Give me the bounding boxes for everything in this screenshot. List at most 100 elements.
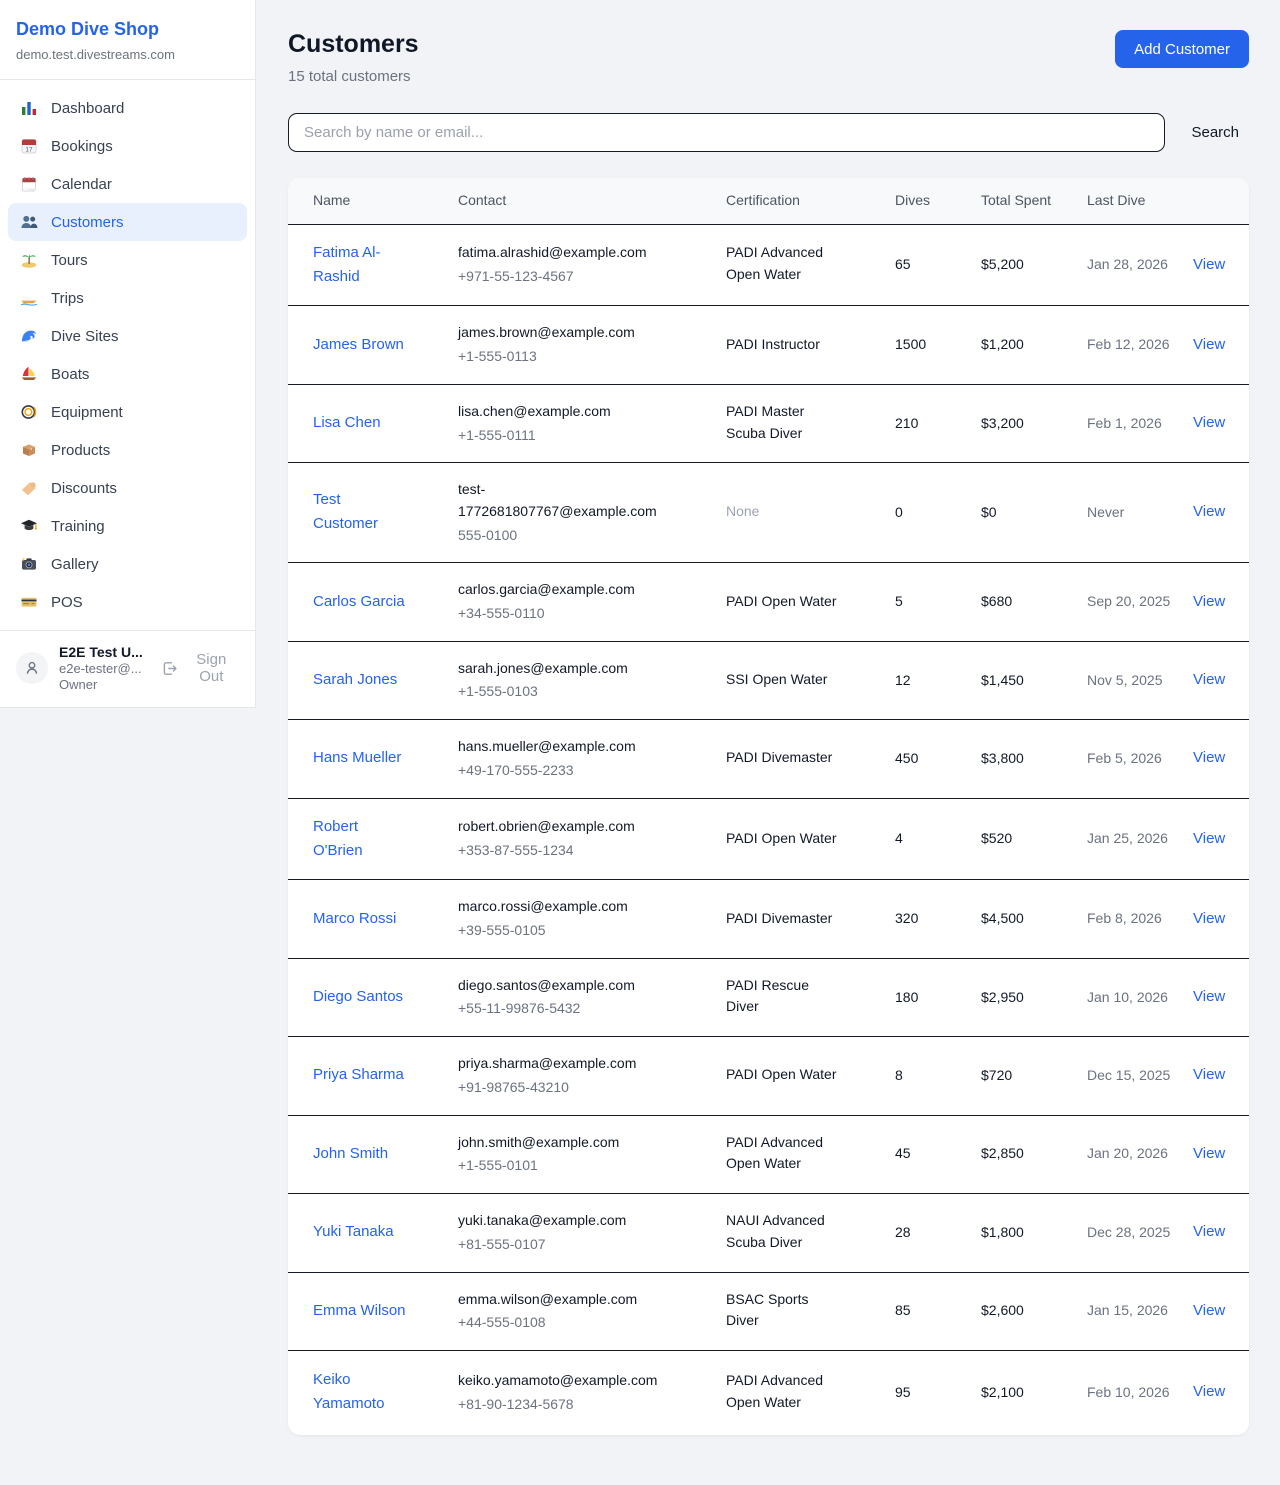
customer-dives: 180 — [895, 958, 981, 1036]
customer-phone: +44-555-0108 — [458, 1312, 716, 1334]
view-link[interactable]: View — [1193, 256, 1225, 273]
customer-certification: PADI Advanced Open Water — [726, 242, 838, 285]
view-link[interactable]: View — [1193, 1223, 1225, 1240]
table-row: John Smith john.smith@example.com +1-555… — [288, 1115, 1249, 1193]
view-link[interactable]: View — [1193, 988, 1225, 1005]
customer-name-link[interactable]: Priya Sharma — [313, 1063, 404, 1087]
add-customer-button[interactable]: Add Customer — [1115, 30, 1249, 68]
customer-name-link[interactable]: Sarah Jones — [313, 668, 397, 692]
table-header-row: Name Contact Certification Dives Total S… — [288, 178, 1249, 224]
view-link[interactable]: View — [1193, 593, 1225, 610]
view-link[interactable]: View — [1193, 1383, 1225, 1400]
sidebar-item-boats[interactable]: Boats — [8, 355, 247, 393]
customer-name-link[interactable]: Robert O'Brien — [313, 815, 407, 863]
customer-last-dive: Never — [1087, 463, 1193, 563]
customer-name-link[interactable]: Hans Mueller — [313, 746, 401, 770]
column-header-total-spent: Total Spent — [981, 178, 1087, 224]
sidebar-item-trips[interactable]: Trips — [8, 279, 247, 317]
table-row: Carlos Garcia carlos.garcia@example.com … — [288, 563, 1249, 641]
shop-header: Demo Dive Shop demo.test.divestreams.com — [0, 0, 255, 80]
customer-name-link[interactable]: Emma Wilson — [313, 1299, 406, 1323]
sidebar-item-calendar[interactable]: Calendar — [8, 165, 247, 203]
customer-last-dive: Jan 25, 2026 — [1087, 798, 1193, 880]
table-row: Emma Wilson emma.wilson@example.com +44-… — [288, 1272, 1249, 1350]
customer-last-dive: Jan 20, 2026 — [1087, 1115, 1193, 1193]
customer-dives: 8 — [895, 1037, 981, 1115]
sidebar-item-gallery[interactable]: Gallery — [8, 545, 247, 583]
customer-certification: PADI Divemaster — [726, 908, 832, 930]
customer-name-link[interactable]: John Smith — [313, 1142, 388, 1166]
customer-name-link[interactable]: Yuki Tanaka — [313, 1220, 394, 1244]
sidebar-item-training[interactable]: Training — [8, 507, 247, 545]
view-link[interactable]: View — [1193, 414, 1225, 431]
view-link[interactable]: View — [1193, 503, 1225, 520]
customer-dives: 450 — [895, 720, 981, 798]
customer-certification: BSAC Sports Diver — [726, 1289, 838, 1332]
customer-email: carlos.garcia@example.com — [458, 579, 680, 601]
customer-email: priya.sharma@example.com — [458, 1053, 680, 1075]
view-link[interactable]: View — [1193, 1066, 1225, 1083]
sign-out-button[interactable]: Sign Out — [161, 651, 239, 685]
customer-dives: 28 — [895, 1194, 981, 1272]
customer-dives: 5 — [895, 563, 981, 641]
view-link[interactable]: View — [1193, 749, 1225, 766]
calendar-icon — [20, 175, 38, 193]
customer-name-link[interactable]: Keiko Yamamoto — [313, 1368, 407, 1416]
sidebar-item-dive-sites[interactable]: Dive Sites — [8, 317, 247, 355]
page-title: Customers — [288, 30, 419, 59]
customer-phone: 555-0100 — [458, 525, 716, 547]
customer-name-link[interactable]: Diego Santos — [313, 985, 403, 1009]
customer-name-link[interactable]: Marco Rossi — [313, 907, 396, 931]
customer-phone: +49-170-555-2233 — [458, 760, 716, 782]
customers-table: Name Contact Certification Dives Total S… — [288, 178, 1249, 1435]
customer-name-link[interactable]: Carlos Garcia — [313, 590, 405, 614]
customer-email: sarah.jones@example.com — [458, 658, 680, 680]
sidebar-item-discounts[interactable]: Discounts — [8, 469, 247, 507]
customer-phone: +353-87-555-1234 — [458, 840, 716, 862]
customers-icon — [20, 213, 38, 231]
customer-certification: PADI Advanced Open Water — [726, 1370, 838, 1413]
svg-text:17: 17 — [25, 147, 33, 154]
user-name: E2E Test U... — [59, 644, 150, 660]
view-link[interactable]: View — [1193, 336, 1225, 353]
view-link[interactable]: View — [1193, 671, 1225, 688]
customer-total-spent: $720 — [981, 1037, 1087, 1115]
search-button[interactable]: Search — [1191, 124, 1249, 141]
sidebar-item-dashboard[interactable]: Dashboard — [8, 89, 247, 127]
pos-icon — [20, 593, 38, 611]
sidebar-item-pos[interactable]: POS — [8, 583, 247, 621]
search-input[interactable] — [288, 113, 1165, 152]
discounts-icon — [20, 479, 38, 497]
page-title-block: Customers 15 total customers — [288, 30, 419, 85]
dashboard-icon — [20, 99, 38, 117]
customer-name-link[interactable]: Fatima Al-Rashid — [313, 241, 407, 289]
bookings-icon: 17 — [20, 137, 38, 155]
customer-total-spent: $2,950 — [981, 958, 1087, 1036]
column-header-actions — [1193, 178, 1249, 224]
sidebar-item-tours[interactable]: Tours — [8, 241, 247, 279]
customer-phone: +55-11-99876-5432 — [458, 998, 716, 1020]
view-link[interactable]: View — [1193, 830, 1225, 847]
sign-out-icon — [161, 660, 178, 677]
customer-name-link[interactable]: Lisa Chen — [313, 411, 381, 435]
sidebar-item-customers[interactable]: Customers — [8, 203, 247, 241]
sidebar-item-products[interactable]: Products — [8, 431, 247, 469]
customer-dives: 85 — [895, 1272, 981, 1350]
table-row: Test Customer test-1772681807767@example… — [288, 463, 1249, 563]
sidebar-item-bookings[interactable]: 17 Bookings — [8, 127, 247, 165]
customer-email: lisa.chen@example.com — [458, 401, 680, 423]
column-header-name: Name — [288, 178, 458, 224]
view-link[interactable]: View — [1193, 1145, 1225, 1162]
customer-last-dive: Feb 5, 2026 — [1087, 720, 1193, 798]
sidebar-item-equipment[interactable]: Equipment — [8, 393, 247, 431]
view-link[interactable]: View — [1193, 910, 1225, 927]
gallery-icon — [20, 555, 38, 573]
page-header: Customers 15 total customers Add Custome… — [288, 30, 1249, 85]
customer-dives: 12 — [895, 641, 981, 719]
customer-name-link[interactable]: Test Customer — [313, 488, 407, 536]
customer-certification: NAUI Advanced Scuba Diver — [726, 1210, 838, 1253]
table-row: Marco Rossi marco.rossi@example.com +39-… — [288, 880, 1249, 958]
customer-last-dive: Sep 20, 2025 — [1087, 563, 1193, 641]
customer-name-link[interactable]: James Brown — [313, 333, 404, 357]
view-link[interactable]: View — [1193, 1302, 1225, 1319]
